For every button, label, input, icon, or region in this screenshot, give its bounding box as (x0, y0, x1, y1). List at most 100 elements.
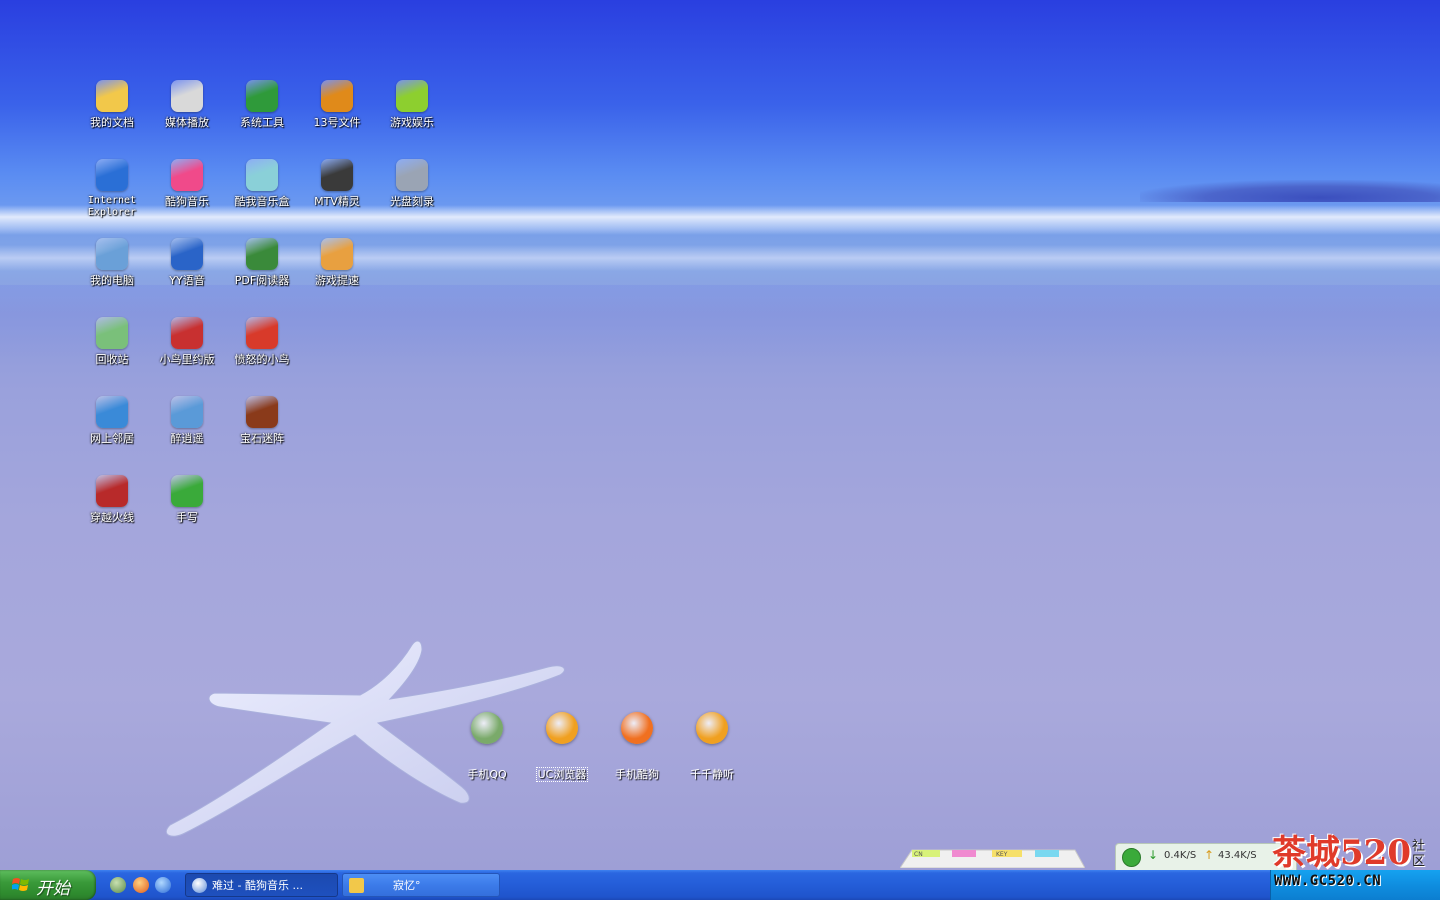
ime-help-tab[interactable] (1035, 850, 1059, 857)
desktop-icon[interactable]: 醉逍遥 (149, 396, 225, 445)
ie-quicklaunch-icon[interactable] (155, 877, 171, 893)
desktop-icon[interactable]: PDF阅读器 (224, 238, 300, 287)
desktop-icon-label: 宝石迷阵 (240, 432, 284, 445)
start-button[interactable]: 开始 (0, 870, 96, 900)
desktop-icon[interactable]: 游戏提速 (299, 238, 375, 287)
desktop-icon-label: 我的电脑 (90, 274, 134, 287)
taskbar: 开始 难过 - 酷狗音乐 ... 寂忆° (0, 870, 1440, 900)
download-arrow-icon: ↓ (1148, 848, 1159, 862)
system-tools-icon (246, 80, 278, 112)
desktop-icon[interactable]: Internet Explorer (74, 159, 150, 219)
mtv-speaker-icon (321, 159, 353, 191)
start-label: 开始 (36, 879, 70, 899)
yy-voice-icon (171, 238, 203, 270)
desktop-icon-label: 手写 (176, 511, 198, 524)
kugou-music-icon (171, 159, 203, 191)
angry-birds-rio-icon (171, 317, 203, 349)
desktop-icon[interactable]: 光盘刻录 (374, 159, 450, 208)
media-player-icon (171, 80, 203, 112)
desktop-icon[interactable]: 手写 (149, 475, 225, 524)
desktop-icon-label: 游戏娱乐 (390, 116, 434, 129)
desktop-icon[interactable]: 游戏娱乐 (374, 80, 450, 129)
kuwo-music-icon (246, 159, 278, 191)
wave-foam (0, 205, 1440, 235)
horizon-island (1140, 180, 1440, 202)
watermark-url: WWW.GC520.CN (1274, 873, 1382, 889)
kugou-task-icon (192, 878, 207, 893)
desktop-icon-label: 回收站 (95, 353, 129, 366)
task-folder-jiyi[interactable]: 寂忆° (342, 873, 500, 897)
desktop-icon-label: YY语音 (169, 274, 205, 287)
task-kugou-label: 难过 - 酷狗音乐 ... (212, 879, 303, 892)
sad-face-icon (696, 712, 728, 744)
desktop-icon-label: 小鸟里约版 (159, 353, 215, 366)
desktop-icon[interactable]: 我的文档 (74, 80, 150, 129)
download-speed: 0.4K/S (1164, 850, 1197, 861)
dock-icon-label: 千千静听 (690, 768, 734, 781)
file-box-icon (321, 80, 353, 112)
dock-icon-label: 手机酷狗 (615, 768, 659, 781)
ime-toolbar[interactable]: CN KEY (900, 846, 1085, 868)
alien-face-icon (471, 712, 503, 744)
recycle-bin-icon (96, 317, 128, 349)
desktop-icon-label: 愤怒的小鸟 (234, 353, 290, 366)
desktop-icon[interactable]: 13号文件 (299, 80, 375, 129)
desktop-icon[interactable]: 愤怒的小鸟 (224, 317, 300, 366)
desktop-icon[interactable]: MTV精灵 (299, 159, 375, 208)
angry-birds-icon (246, 317, 278, 349)
desktop-icon-label: 媒体播放 (165, 116, 209, 129)
pdf-reader-icon (246, 238, 278, 270)
kugou-quicklaunch-icon[interactable] (133, 877, 149, 893)
watermark-text: 茶城520 (1272, 833, 1411, 873)
desktop-icon[interactable]: 穿越火线 (74, 475, 150, 524)
task-kugou-music[interactable]: 难过 - 酷狗音乐 ... (185, 873, 338, 897)
handwriting-icon (171, 475, 203, 507)
internet-explorer-icon (96, 159, 128, 191)
android-games-icon (396, 80, 428, 112)
desktop-icon[interactable]: 系统工具 (224, 80, 300, 129)
desktop-icon-label: 网上邻居 (90, 432, 134, 445)
dock-icon[interactable]: 手机酷狗 (599, 712, 675, 782)
crossfire-icon (96, 475, 128, 507)
game-boost-icon (321, 238, 353, 270)
dock-icon[interactable]: 手机QQ (449, 712, 525, 782)
alien-quicklaunch-icon[interactable] (110, 877, 126, 893)
desktop-icon-label: 系统工具 (240, 116, 284, 129)
dock-icon-label: 手机QQ (467, 768, 507, 781)
desktop-icon-label: Internet Explorer (87, 195, 137, 218)
desktop-icon-label: 光盘刻录 (390, 195, 434, 208)
desktop-icon[interactable]: 回收站 (74, 317, 150, 366)
speed-monitor-icon (1122, 848, 1141, 867)
desktop-icon-label: 酷狗音乐 (165, 195, 209, 208)
my-documents-icon (96, 80, 128, 112)
disc-burner-icon (396, 159, 428, 191)
dock-icon-label: UC浏览器 (535, 767, 589, 782)
upload-arrow-icon: ↑ (1204, 848, 1215, 862)
upload-speed: 43.4K/S (1218, 850, 1257, 861)
desktop-icon-label: PDF阅读器 (234, 274, 290, 287)
desktop-icon[interactable]: YY语音 (149, 238, 225, 287)
heart-eyes-face-icon (621, 712, 653, 744)
dock-icon[interactable]: UC浏览器 (524, 712, 600, 782)
desktop-icon-label: 穿越火线 (90, 511, 134, 524)
bejeweled-icon (246, 396, 278, 428)
desktop-icon[interactable]: 宝石迷阵 (224, 396, 300, 445)
desktop-icon-label: 酷我音乐盒 (234, 195, 290, 208)
desktop-icon-label: MTV精灵 (314, 195, 360, 208)
desktop-icon[interactable]: 我的电脑 (74, 238, 150, 287)
dock-icon[interactable]: 千千静听 (674, 712, 750, 782)
desktop-icon[interactable]: 酷狗音乐 (149, 159, 225, 208)
desktop-icon-label: 13号文件 (313, 116, 361, 129)
ime-sound-tab[interactable] (952, 850, 976, 857)
desktop-icon[interactable]: 网上邻居 (74, 396, 150, 445)
windows-flag-icon (12, 878, 29, 891)
desktop-icon[interactable]: 酷我音乐盒 (224, 159, 300, 208)
site-watermark: 茶城520 社区 WWW.GC520.CN (1270, 825, 1440, 895)
desktop-icon-label: 游戏提速 (315, 274, 359, 287)
desktop-icon[interactable]: 小鸟里约版 (149, 317, 225, 366)
ime-key-label: KEY (996, 851, 1008, 858)
task-folder-label: 寂忆° (393, 879, 421, 892)
my-computer-icon (96, 238, 128, 270)
network-places-icon (96, 396, 128, 428)
desktop-icon[interactable]: 媒体播放 (149, 80, 225, 129)
